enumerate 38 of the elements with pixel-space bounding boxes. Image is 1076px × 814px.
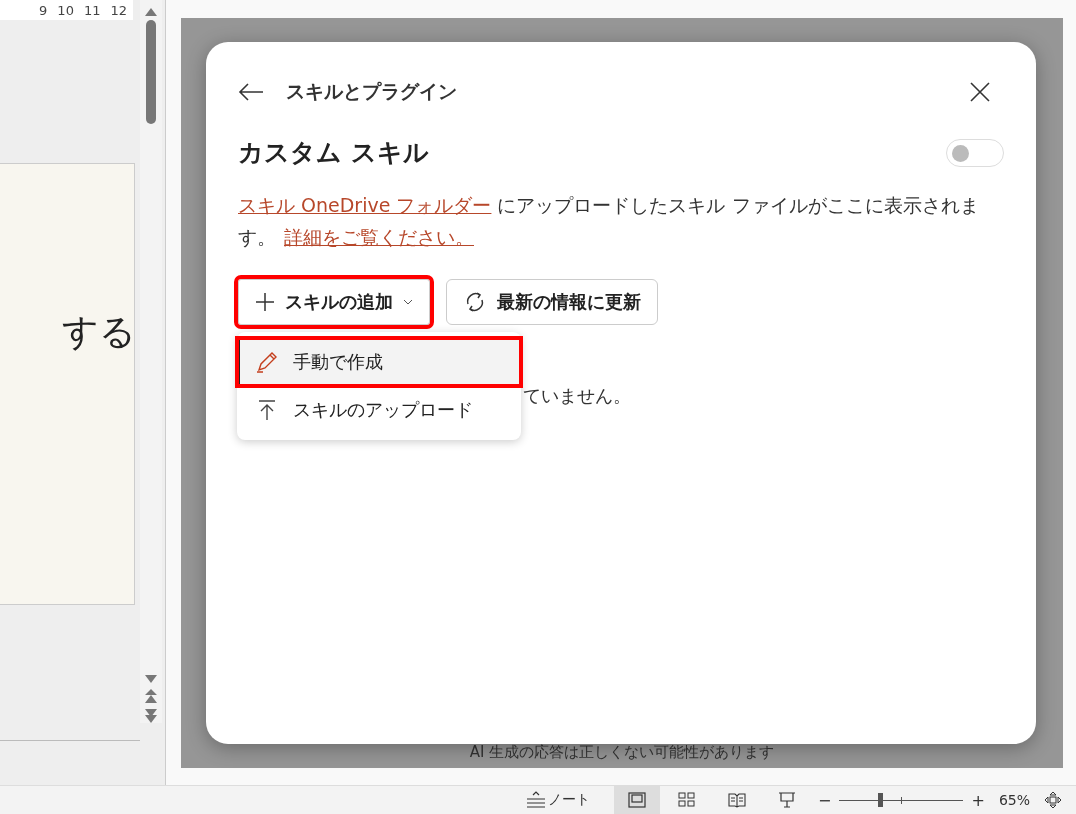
menu-item[interactable]: スキルのアップロード bbox=[237, 386, 521, 434]
zoom-slider[interactable] bbox=[839, 793, 964, 807]
zoom-out-button[interactable]: − bbox=[814, 790, 836, 810]
presentation-icon bbox=[778, 792, 797, 808]
zoom-in-button[interactable]: + bbox=[967, 790, 989, 810]
folder-link[interactable]: スキル OneDrive フォルダー bbox=[238, 194, 492, 216]
slide-text: する bbox=[62, 312, 136, 352]
ruler-number: 9 bbox=[39, 2, 48, 18]
plus-icon bbox=[255, 292, 275, 312]
ruler-number: 10 bbox=[57, 2, 74, 18]
notes-button[interactable]: ノート bbox=[526, 791, 591, 809]
notes-icon bbox=[526, 791, 547, 809]
zoom-level[interactable]: 65% bbox=[998, 792, 1030, 808]
description-text: スキル OneDrive フォルダー にアップロードしたスキル ファイルがここに表示されます。 詳細をご覧ください。 bbox=[238, 193, 980, 250]
scroll-down-icon[interactable] bbox=[145, 675, 157, 683]
disclaimer-text: AI 生成の応答は正しくない可能性があります bbox=[469, 743, 775, 762]
dialog-title: スキルとプラグイン bbox=[286, 79, 458, 104]
fit-to-window-icon[interactable] bbox=[1044, 791, 1062, 809]
section-heading: カスタム スキル bbox=[238, 137, 429, 169]
previous-slide-icon[interactable] bbox=[145, 689, 157, 703]
next-slide-icon[interactable] bbox=[145, 709, 157, 723]
pencil-icon bbox=[255, 350, 279, 374]
grid-icon bbox=[678, 792, 697, 808]
chevron-down-icon bbox=[403, 299, 413, 305]
scroll-thumb[interactable] bbox=[146, 20, 156, 124]
normal-view-icon bbox=[628, 792, 647, 808]
scroll-up-icon[interactable] bbox=[145, 8, 157, 16]
learn-more-link[interactable]: 詳細をご覧ください。 bbox=[284, 226, 474, 248]
empty-message: ていません。 bbox=[523, 384, 631, 408]
ruler-number: 12 bbox=[110, 2, 127, 18]
close-icon[interactable] bbox=[970, 82, 990, 102]
menu-item[interactable]: 手動で作成 bbox=[237, 338, 521, 386]
zoom-thumb[interactable] bbox=[878, 793, 884, 807]
normal-view-button[interactable] bbox=[614, 786, 661, 814]
ruler-number: 11 bbox=[83, 2, 101, 18]
refresh-button[interactable]: 最新の情報に更新 bbox=[446, 279, 658, 325]
back-arrow-icon[interactable] bbox=[238, 82, 264, 102]
book-icon bbox=[728, 792, 747, 808]
